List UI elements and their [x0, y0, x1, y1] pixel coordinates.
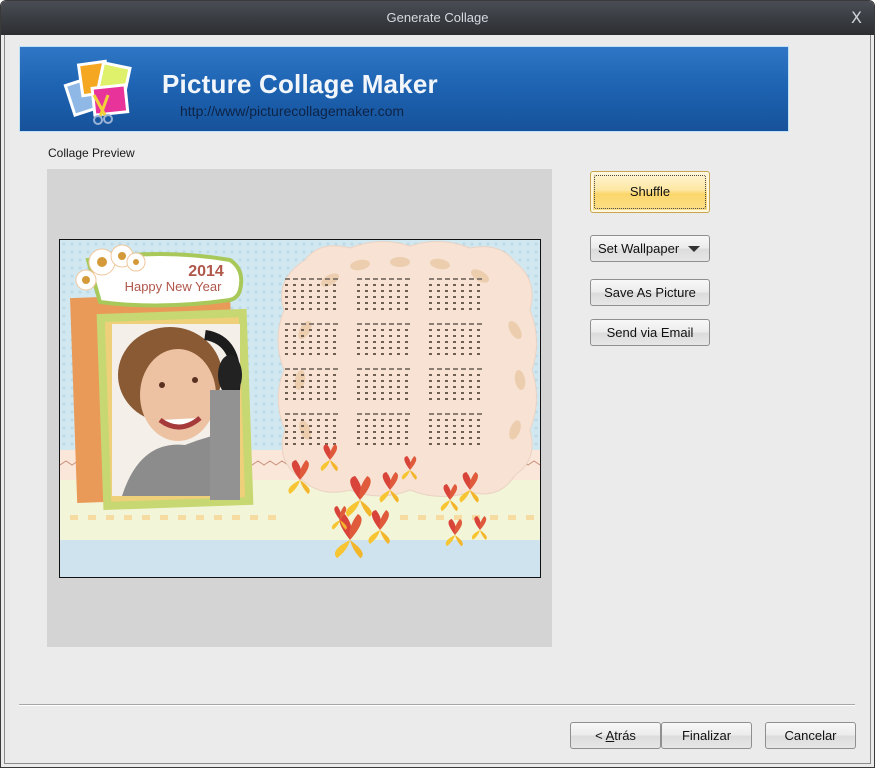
set-wallpaper-button[interactable]: Set Wallpaper [590, 235, 710, 262]
back-label: trás [614, 728, 636, 743]
collage-preview-label: Collage Preview [48, 146, 135, 160]
stripe-band [60, 540, 540, 577]
back-prefix: < [595, 728, 606, 743]
set-wallpaper-label: Set Wallpaper [598, 241, 680, 256]
photo-collage-logo-icon [63, 59, 132, 125]
footer-divider [19, 704, 855, 706]
collage-artwork: 2014 Happy New Year [60, 240, 540, 577]
greeting-text: Happy New Year [125, 279, 223, 294]
shuffle-button-label: Shuffle [629, 184, 671, 199]
shuffle-button[interactable]: Shuffle [590, 171, 710, 213]
cancel-button[interactable]: Cancelar [765, 722, 856, 749]
app-name: Picture Collage Maker [162, 69, 438, 99]
close-icon[interactable]: X [851, 8, 862, 27]
finish-button[interactable]: Finalizar [661, 722, 752, 749]
app-banner: Picture Collage Maker http://www/picture… [19, 46, 789, 132]
save-as-picture-button[interactable]: Save As Picture [590, 279, 710, 306]
window-title: Generate Collage [386, 10, 489, 25]
back-accelerator: A [605, 728, 615, 743]
send-via-email-button[interactable]: Send via Email [590, 319, 710, 346]
app-url: http://www/picturecollagemaker.com [180, 103, 405, 119]
title-bar[interactable]: Generate Collage X [1, 1, 874, 35]
dropdown-arrow-icon[interactable] [688, 246, 700, 252]
collage-preview-image: 2014 Happy New Year [59, 239, 541, 578]
back-button[interactable]: < Atrás [570, 722, 661, 749]
photo-frame [70, 292, 254, 511]
greeting-year: 2014 [188, 263, 224, 280]
